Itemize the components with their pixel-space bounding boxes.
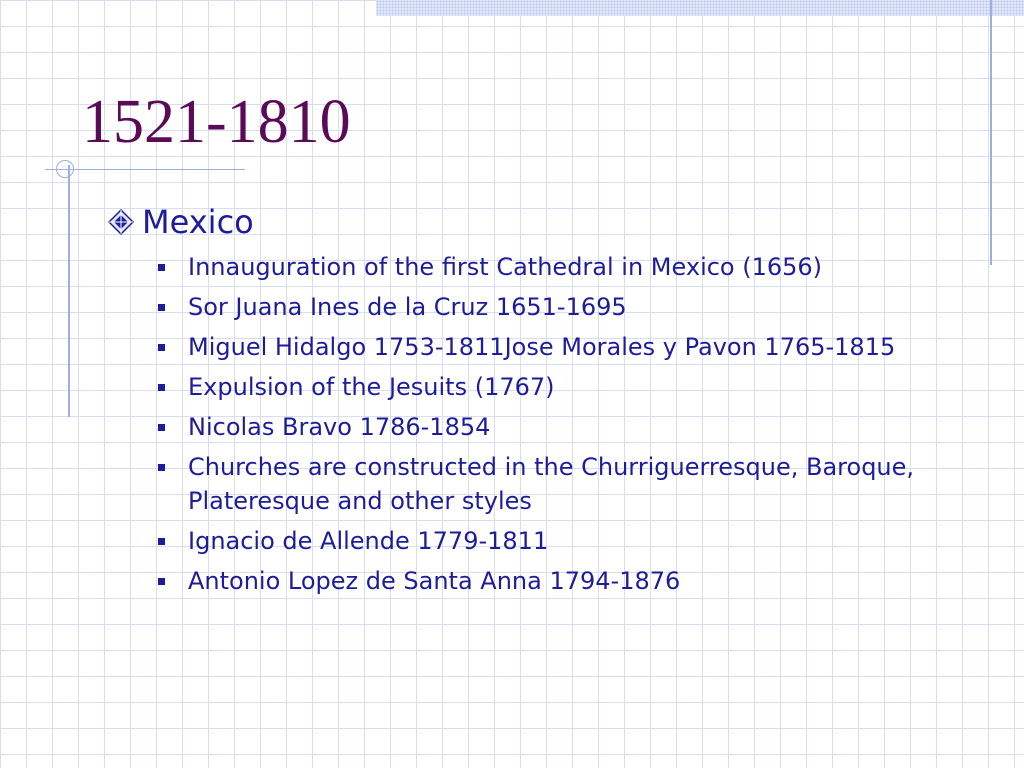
list-item-text: Innauguration of the first Cathedral in … <box>188 253 823 281</box>
list-item: Sor Juana Ines de la Cruz 1651-1695 <box>158 290 958 324</box>
square-bullet-icon <box>158 464 165 471</box>
circle-accent <box>56 160 74 178</box>
slide-title: 1521-1810 <box>82 88 351 156</box>
list-item: Churches are constructed in the Churrigu… <box>158 450 958 518</box>
right-accent-line <box>990 0 992 265</box>
list-item-text: Expulsion of the Jesuits (1767) <box>188 373 555 401</box>
list-item: Nicolas Bravo 1786-1854 <box>158 410 958 444</box>
list-item: Ignacio de Allende 1779-1811 <box>158 524 958 558</box>
list-item: Innauguration of the first Cathedral in … <box>158 250 958 284</box>
list-item-text: Churches are constructed in the Churrigu… <box>188 453 915 515</box>
square-bullet-icon <box>158 578 165 585</box>
list-item-text: Nicolas Bravo 1786-1854 <box>188 413 491 441</box>
square-bullet-icon <box>158 384 165 391</box>
square-bullet-icon <box>158 264 165 271</box>
square-bullet-icon <box>158 424 165 431</box>
list-item: Miguel Hidalgo 1753-1811Jose Morales y P… <box>158 330 958 364</box>
square-bullet-icon <box>158 538 165 545</box>
list-item-text: Sor Juana Ines de la Cruz 1651-1695 <box>188 293 627 321</box>
list-item-text: Ignacio de Allende 1779-1811 <box>188 527 549 555</box>
level1-bullet-item: Mexico <box>108 200 254 244</box>
square-bullet-icon <box>158 304 165 311</box>
sub-bullet-list: Innauguration of the first Cathedral in … <box>158 250 958 604</box>
corner-pattern-decoration <box>376 0 1024 16</box>
square-bullet-icon <box>158 344 165 351</box>
left-accent-line <box>68 165 70 417</box>
list-item: Expulsion of the Jesuits (1767) <box>158 370 958 404</box>
list-item-text: Antonio Lopez de Santa Anna 1794-1876 <box>188 567 681 595</box>
title-underline <box>45 169 245 170</box>
list-item: Antonio Lopez de Santa Anna 1794-1876 <box>158 564 958 598</box>
list-item-text: Miguel Hidalgo 1753-1811Jose Morales y P… <box>188 333 896 361</box>
level1-label: Mexico <box>142 203 254 241</box>
diamond-bullet-icon <box>108 209 134 235</box>
